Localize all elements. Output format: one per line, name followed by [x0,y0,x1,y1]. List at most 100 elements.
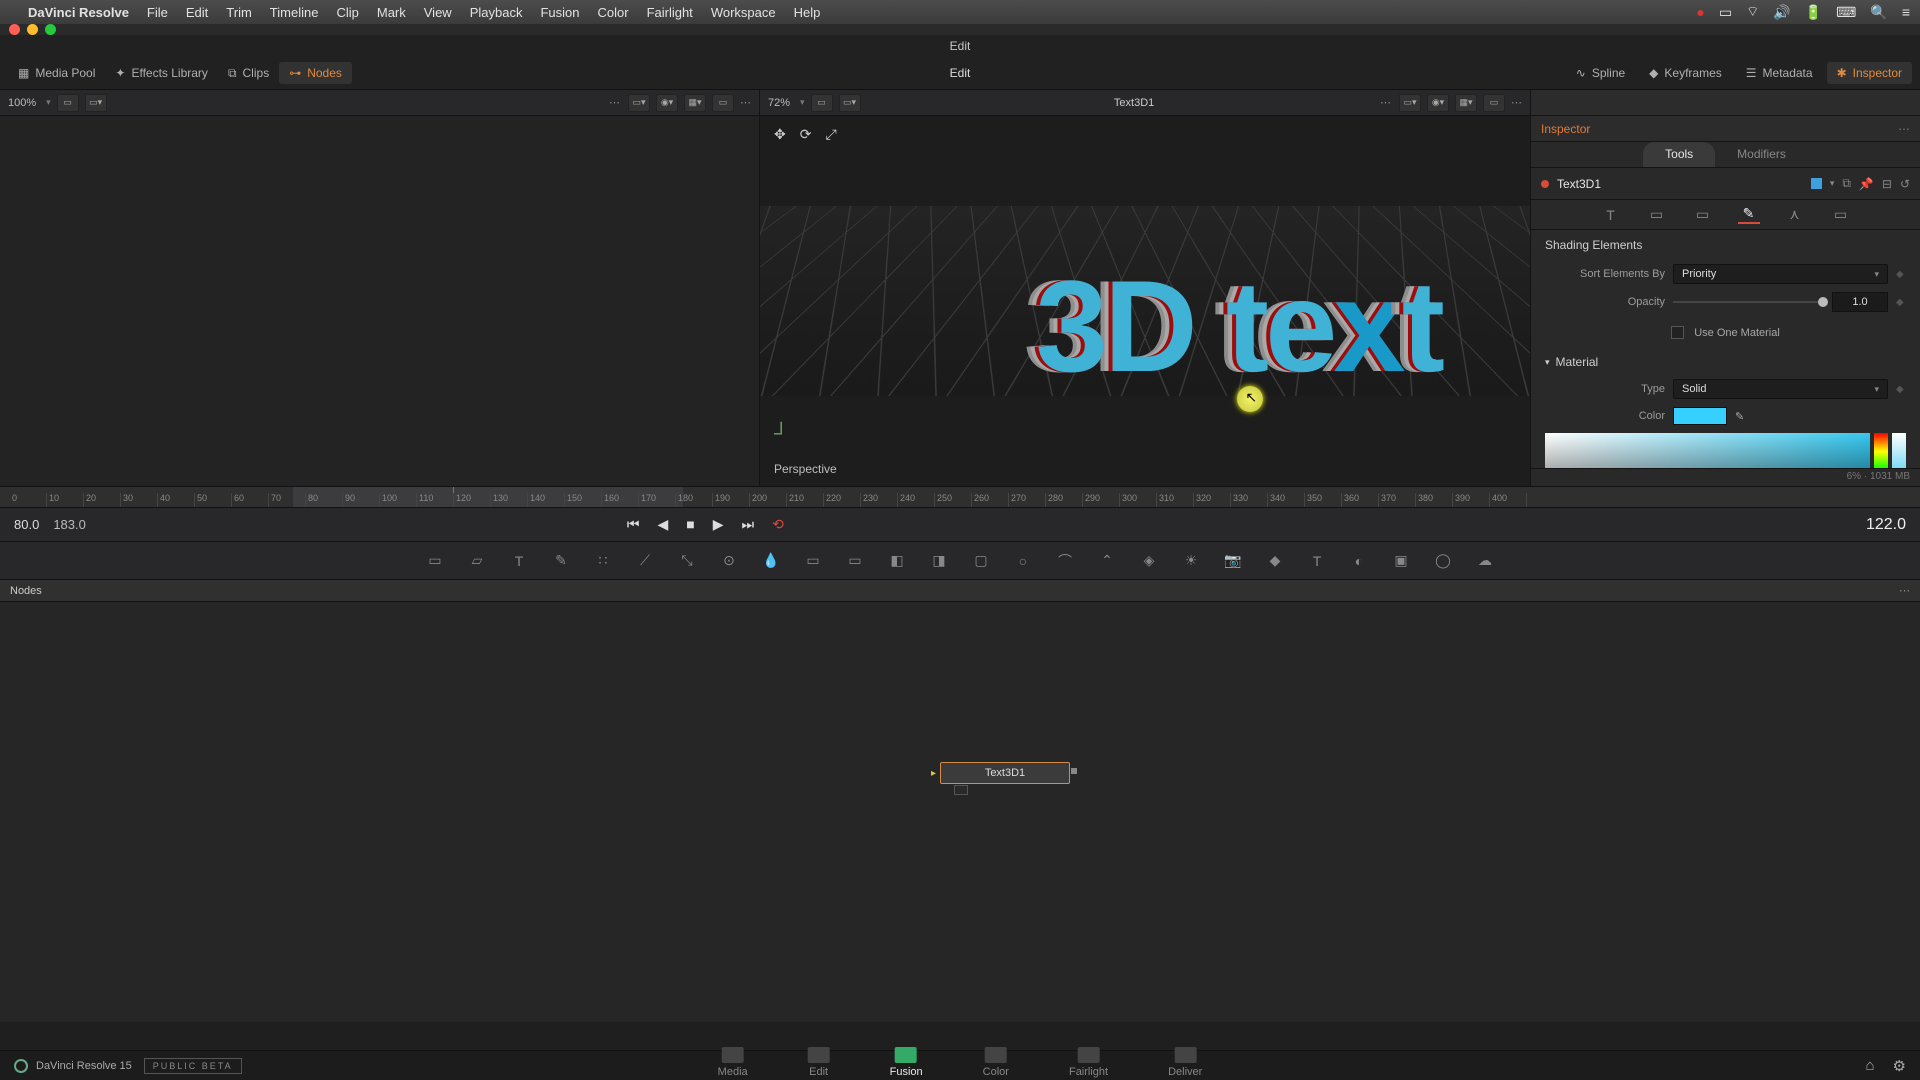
tool-paint-icon[interactable]: ✎ [551,551,571,571]
view2-btn-3[interactable]: ▭▾ [1399,94,1421,112]
tab-tools[interactable]: Tools [1643,142,1715,167]
inspector-more-icon[interactable]: ⋯ [1898,122,1910,136]
node-viewer-dot[interactable] [954,785,968,795]
sort-select[interactable]: Priority [1673,264,1888,284]
view-btn-5[interactable]: ▦▾ [684,94,706,112]
menu-mark[interactable]: Mark [377,5,406,20]
tab-transform-icon[interactable]: ▭ [1692,206,1714,224]
menu-help[interactable]: Help [794,5,821,20]
record-icon[interactable]: ● [1696,4,1704,20]
page-deliver[interactable]: Deliver [1168,1047,1202,1078]
tool-color-icon[interactable]: ◨ [929,551,949,571]
page-fairlight[interactable]: Fairlight [1069,1047,1108,1078]
node-input-icon[interactable]: ▸ [931,768,936,779]
menu-timeline[interactable]: Timeline [270,5,319,20]
home-icon[interactable]: ⌂ [1865,1057,1874,1075]
tool-cube-icon[interactable]: ▣ [1391,551,1411,571]
node-reset-icon[interactable]: ↺ [1900,177,1910,191]
view-btn-2[interactable]: ▭▾ [85,94,107,112]
spline-button[interactable]: ∿Spline [1566,62,1635,84]
nodes-more-icon[interactable]: ⋯ [1899,584,1910,597]
view-btn-6[interactable]: ▭ [712,94,734,112]
tool-sphere-icon[interactable]: ◯ [1433,551,1453,571]
material-header[interactable]: ▾Material [1531,349,1920,375]
last-frame-button[interactable]: ⏭ [742,516,755,533]
settings-icon[interactable]: ⚙ [1893,1057,1906,1075]
type-select[interactable]: Solid [1673,379,1888,399]
tool-poly-icon[interactable]: ⤡ [677,551,697,571]
wifi-icon[interactable]: ⌔ [1746,3,1759,21]
tool-cloud-icon[interactable]: ☁ [1475,551,1495,571]
tool-rect-icon[interactable]: ▢ [971,551,991,571]
tool-shape3d-icon[interactable]: ◆ [1265,551,1285,571]
view2-btn-4[interactable]: ◉▾ [1427,94,1449,112]
node-pin-icon[interactable]: 📌 [1859,177,1874,191]
tool-crop-icon[interactable]: ▭ [803,551,823,571]
clips-button[interactable]: ⧉Clips [218,62,279,85]
play-button[interactable]: ▶ [713,516,724,533]
minimize-window[interactable] [27,24,38,35]
effects-library-button[interactable]: ✦Effects Library [105,62,218,84]
tab-modifiers[interactable]: Modifiers [1715,142,1808,167]
menu-icon[interactable]: ≡ [1902,4,1910,20]
tool-mask-icon[interactable]: ⟋ [635,551,655,571]
zoom-left[interactable]: 100% [8,97,36,109]
inspector-button[interactable]: ✱Inspector [1827,62,1912,84]
viewer-left[interactable] [0,116,760,486]
tab-settings-icon[interactable]: ▭ [1830,206,1852,224]
step-back-button[interactable]: ◀ [658,516,669,533]
page-media[interactable]: Media [718,1047,748,1078]
media-pool-button[interactable]: ▦Media Pool [8,62,105,84]
tool-camera-icon[interactable]: 📷 [1223,551,1243,571]
hue-strip[interactable] [1874,433,1888,468]
maximize-window[interactable] [45,24,56,35]
tool-text3d-icon[interactable]: T [1307,551,1327,571]
node-version-icon[interactable] [1811,178,1822,189]
page-edit[interactable]: Edit [808,1047,830,1078]
tool-blur-icon[interactable]: 💧 [761,551,781,571]
eyedropper-icon[interactable]: ✎ [1735,410,1744,423]
page-color[interactable]: Color [983,1047,1009,1078]
keyboard-icon[interactable]: ⌨ [1836,4,1856,21]
perspective-label[interactable]: Perspective [774,462,837,476]
tool-wand-icon[interactable]: ⌃ [1097,551,1117,571]
current-frame[interactable]: 122.0 [1866,516,1906,534]
lum-strip[interactable] [1892,433,1906,468]
tool-render3d-icon[interactable]: ◐ [1349,551,1369,571]
tool-text-icon[interactable]: T [509,551,529,571]
tool-3d-icon[interactable]: ◈ [1139,551,1159,571]
menu-fairlight[interactable]: Fairlight [647,5,693,20]
close-window[interactable] [9,24,20,35]
menu-view[interactable]: View [424,5,452,20]
keyframe-icon[interactable]: ◆ [1896,297,1906,308]
tab-text-icon[interactable]: T [1600,206,1622,224]
move-tool-icon[interactable]: ✥ [774,126,786,143]
menu-color[interactable]: Color [597,5,628,20]
keyframe-icon[interactable]: ◆ [1896,384,1906,395]
menu-edit[interactable]: Edit [186,5,208,20]
time-ruler[interactable]: 0102030405060708090100110120130140150160… [0,486,1920,508]
color-picker[interactable] [1545,433,1906,468]
menu-trim[interactable]: Trim [226,5,252,20]
menu-workspace[interactable]: Workspace [711,5,776,20]
page-fusion[interactable]: Fusion [890,1047,923,1078]
scale-tool-icon[interactable]: ⤢ [825,126,836,143]
tool-bg-icon[interactable]: ▭ [425,551,445,571]
node-lock-icon[interactable]: ⊟ [1882,177,1892,191]
tool-ellipse-icon[interactable]: ○ [1013,551,1033,571]
tool-light-icon[interactable]: ☀ [1181,551,1201,571]
tool-resize-icon[interactable]: ▭ [845,551,865,571]
opacity-value[interactable]: 1.0 [1832,292,1888,312]
tab-shading-icon[interactable]: ✎ [1738,206,1760,224]
menu-fusion[interactable]: Fusion [540,5,579,20]
tab-image-icon[interactable]: ⋏ [1784,206,1806,224]
tool-transform-icon[interactable]: ◧ [887,551,907,571]
tool-particles-icon[interactable]: ∷ [593,551,613,571]
stop-button[interactable]: ■ [686,516,694,533]
view2-btn-6[interactable]: ▭ [1483,94,1505,112]
first-frame-button[interactable]: ⏮ [627,516,640,533]
color-swatch[interactable] [1673,407,1727,425]
viewer-right[interactable]: ✥ ⟳ ⤢ 3D text ┘ Perspective [760,116,1530,486]
volume-icon[interactable]: 🔊 [1773,4,1790,21]
node-output-icon[interactable] [1071,768,1077,774]
